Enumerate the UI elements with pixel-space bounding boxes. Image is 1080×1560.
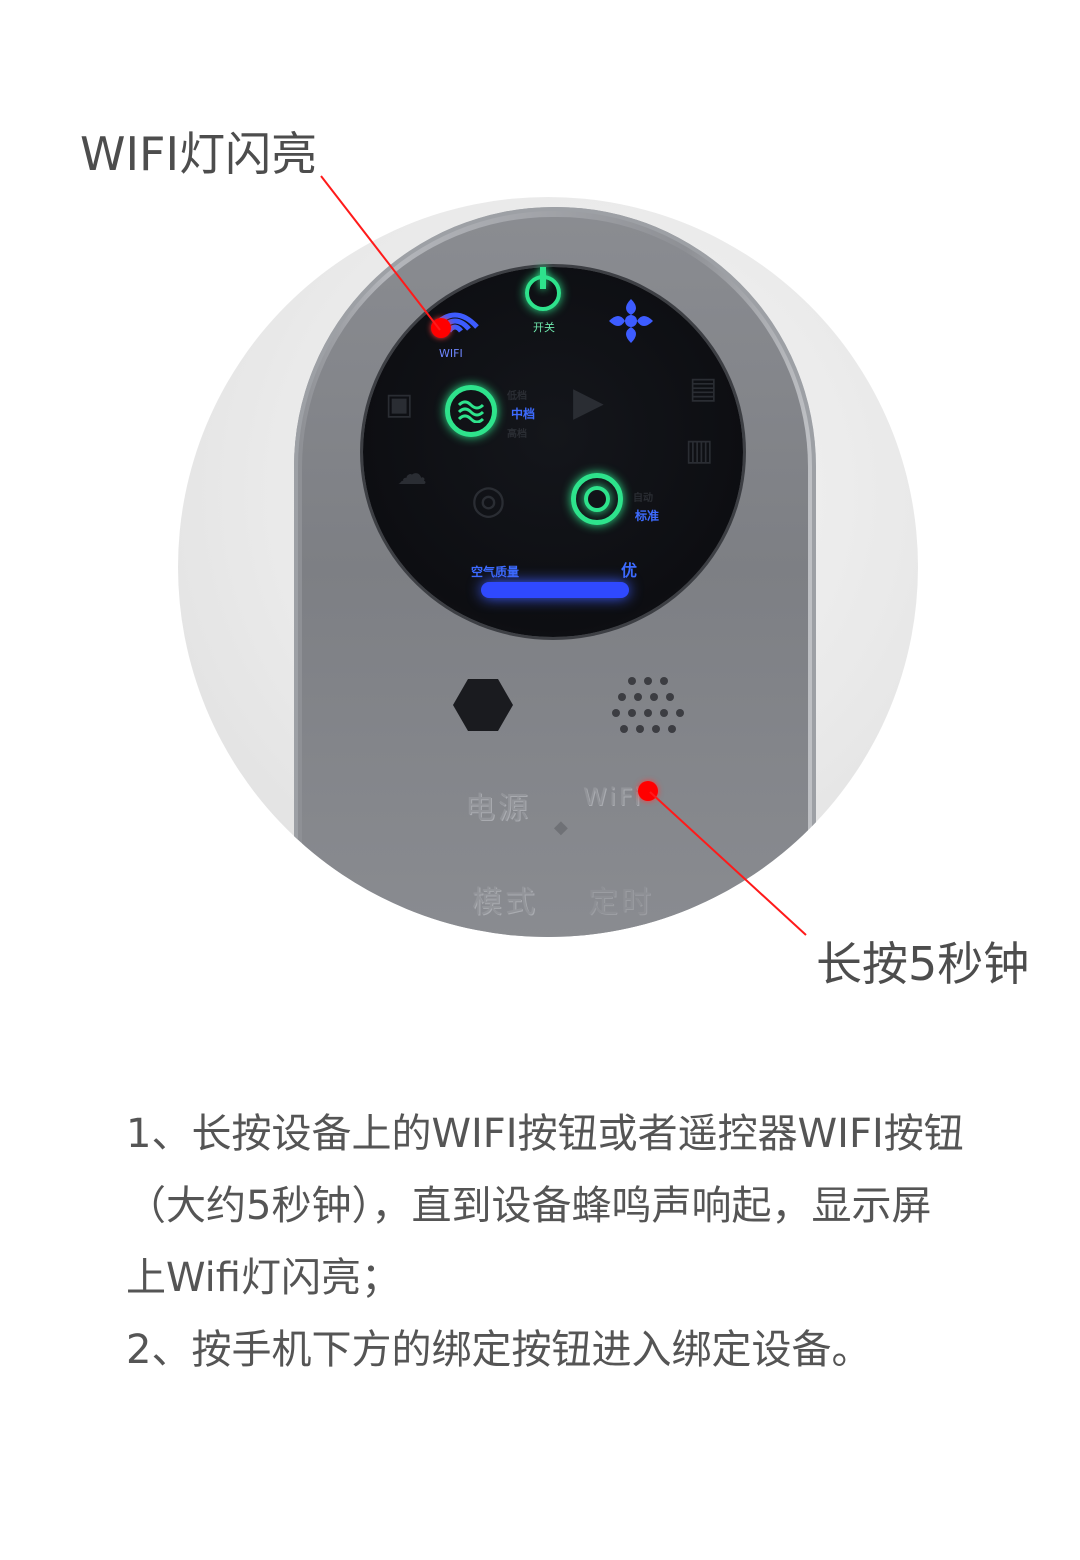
mode-auto: 自动 [633, 493, 653, 504]
wave-glyph-icon [457, 400, 485, 423]
filter-icon: ▥ [685, 433, 714, 468]
timer-icon: ◎ [471, 477, 506, 523]
air-quality-label: 空气质量 [471, 565, 520, 579]
instruction-line-4: 2、按手机下方的绑定按钮进入绑定设备。 [126, 1327, 872, 1373]
level-low: 低档 [507, 391, 527, 402]
lock-icon: ▣ [385, 387, 414, 422]
mode-standard: 标准 [635, 509, 660, 523]
timer-button[interactable]: 定时 [588, 877, 654, 921]
diamond-icon: ◆ [554, 817, 568, 838]
child-lock-icon: ▤ [689, 371, 718, 406]
air-quality-bar [481, 582, 629, 598]
instruction-line-2: （大约5秒钟），直到设备蜂鸣声响起，显示屏 [126, 1183, 932, 1229]
level-high: 高档 [507, 429, 527, 440]
instruction-line-3: 上Wifi灯闪亮； [126, 1255, 401, 1301]
level-mid: 中档 [511, 407, 536, 421]
fan-icon[interactable] [605, 295, 657, 347]
wifi-button-marker [638, 781, 658, 801]
wifi-label: WIFI [439, 347, 463, 360]
control-display: WIFI 开关 低档 中档 高档 自动 标准 ▶ ◎ ▣ ▤ ▥ ☁ 空气质量 … [363, 267, 743, 637]
air-quality-value: 优 [621, 561, 638, 580]
instructions: 1、长按设备上的WIFI按钮或者遥控器WIFI按钮 （大约5秒钟），直到设备蜂鸣… [126, 1098, 1006, 1386]
mode-button[interactable]: 模式 [472, 877, 538, 921]
wifi-indicator-marker [431, 318, 451, 338]
callout-wifi-blink: WIFI灯闪亮 [80, 127, 318, 181]
device-photo: WIFI 开关 低档 中档 高档 自动 标准 ▶ ◎ ▣ ▤ ▥ ☁ 空气质量 … [178, 197, 918, 937]
instruction-line-1: 1、长按设备上的WIFI按钮或者遥控器WIFI按钮 [126, 1111, 964, 1157]
purify-mode-inner-icon [584, 486, 610, 512]
power-button[interactable]: 电源 [465, 783, 531, 827]
callout-long-press: 长按5秒钟 [816, 937, 1030, 991]
play-icon: ▶ [573, 379, 604, 425]
power-label: 开关 [533, 321, 555, 334]
speaker-grille [610, 675, 690, 735]
wifi-button[interactable]: WiFi [583, 783, 644, 811]
sleep-icon: ☁ [397, 457, 427, 492]
